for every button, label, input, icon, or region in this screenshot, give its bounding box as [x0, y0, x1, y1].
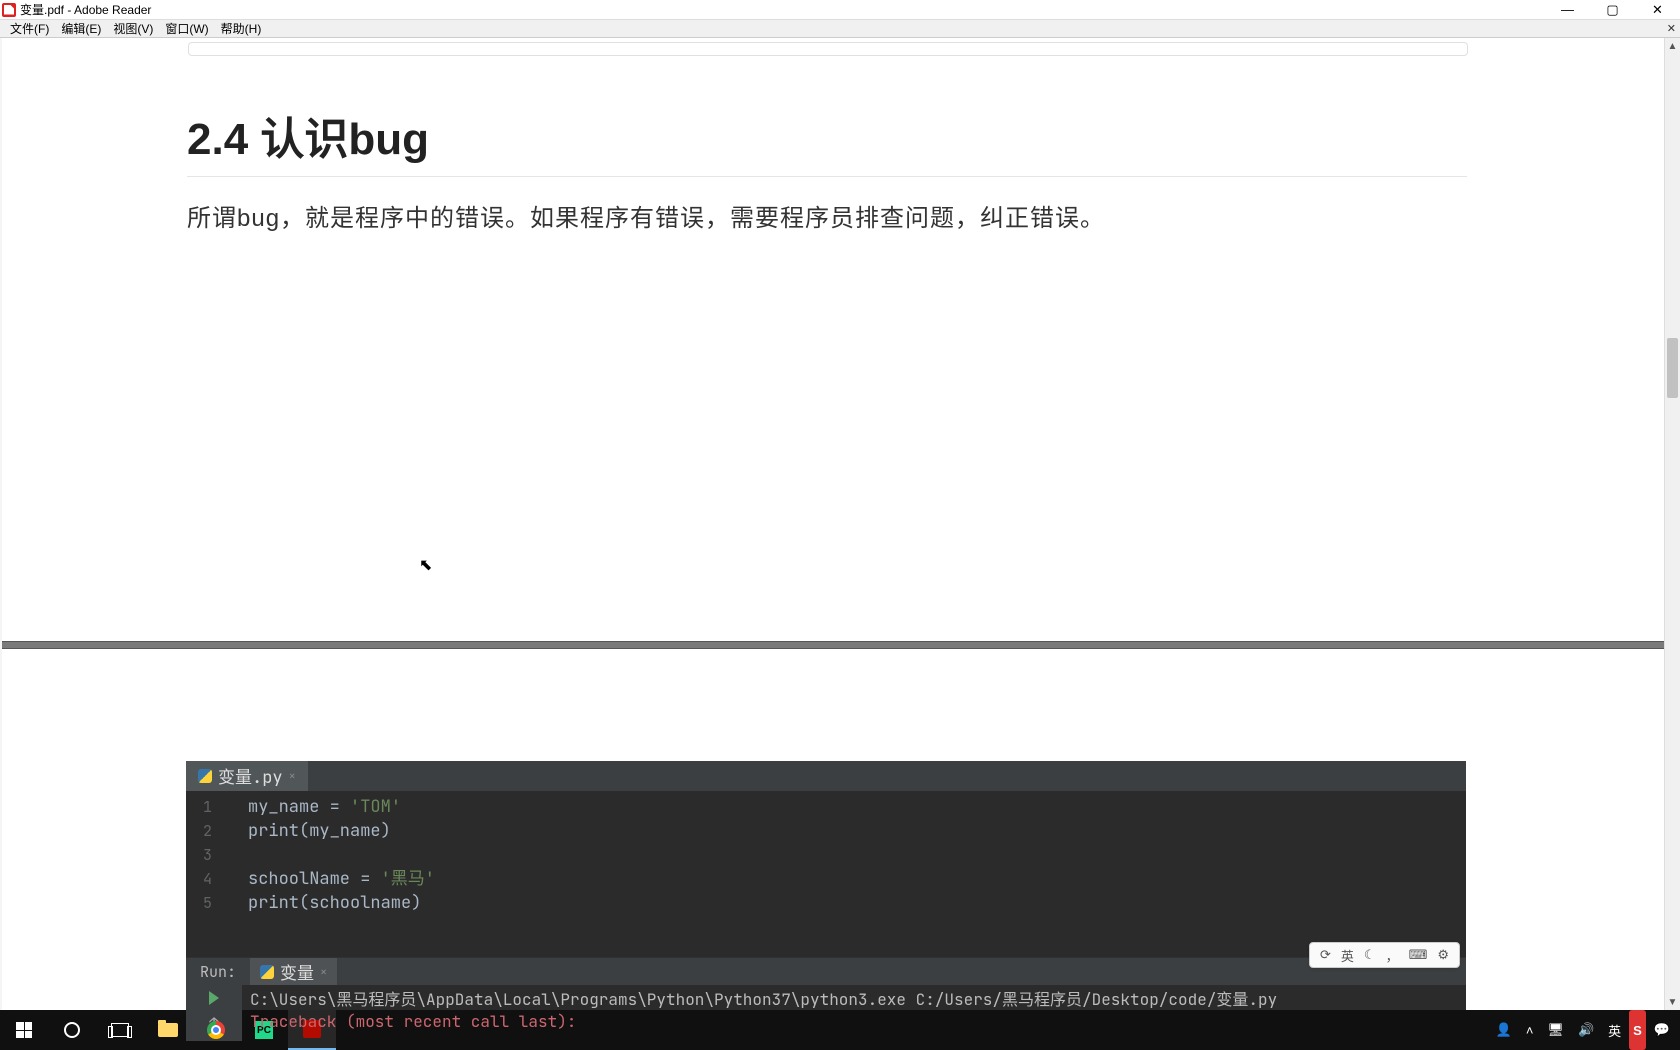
code-token: '黑马': [381, 868, 435, 890]
maximize-button[interactable]: ▢: [1590, 0, 1635, 20]
menu-file[interactable]: 文件(F): [4, 20, 55, 37]
line-no: 3: [186, 843, 212, 867]
code-token: =: [319, 796, 350, 818]
scroll-up-arrow[interactable]: ▲: [1665, 38, 1680, 54]
code-token: schoolName: [248, 868, 350, 890]
code-token: my_name: [309, 820, 380, 842]
console-command: C:\Users\黑马程序员\AppData\Local\Programs\Py…: [250, 989, 1458, 1011]
system-tray: 👤 ˄ 🖥 🔊 英 S 💬: [1490, 1010, 1680, 1050]
taskview-icon: [111, 1023, 129, 1037]
run-play-icon[interactable]: [209, 991, 219, 1005]
window-controls: — ▢ ✕: [1545, 0, 1680, 20]
code-token: 'TOM': [350, 796, 401, 818]
titlebar: 变量.pdf - Adobe Reader — ▢ ✕: [0, 0, 1680, 20]
run-tab[interactable]: 变量 ×: [250, 958, 337, 985]
ide-run-bar: Run: 变量 ×: [186, 957, 1466, 985]
tray-ime-lang[interactable]: 英: [1602, 1010, 1627, 1050]
ide-console: ↑ C:\Users\黑马程序员\AppData\Local\Programs\…: [186, 985, 1466, 1041]
menu-help[interactable]: 帮助(H): [215, 20, 268, 37]
ime-float-bar[interactable]: ⟳ 英 ☾ ， ⌨ ⚙: [1309, 942, 1460, 968]
vertical-scrollbar[interactable]: ▲ ▼: [1664, 38, 1680, 1010]
ide-code-area: 1 2 3 4 5 my_name = 'TOM' print(my_name)…: [186, 791, 1466, 919]
scrollbar-thumb[interactable]: [1667, 338, 1678, 398]
section-rule: [187, 176, 1467, 177]
code-token: my_name: [248, 796, 319, 818]
taskview-button[interactable]: [96, 1010, 144, 1050]
ide-gutter: 1 2 3 4 5: [186, 795, 230, 915]
run-tab-label: 变量: [280, 959, 314, 985]
windows-logo-icon: [16, 1022, 32, 1038]
section-heading: 2.4 认识bug: [187, 103, 429, 167]
menu-window[interactable]: 窗口(W): [159, 20, 214, 37]
python-file-icon: [198, 769, 212, 783]
run-label: Run:: [186, 962, 250, 982]
line-no: 2: [186, 819, 212, 843]
titlebar-left: 变量.pdf - Adobe Reader: [0, 1, 151, 18]
tray-network-icon[interactable]: 🖥: [1541, 1010, 1570, 1050]
tray-volume-icon[interactable]: 🔊: [1572, 1010, 1600, 1050]
tray-people-icon[interactable]: 👤: [1490, 1010, 1518, 1050]
ide-tab[interactable]: 变量.py ×: [186, 761, 308, 791]
tray-sogou-icon[interactable]: S: [1629, 1010, 1646, 1050]
python-file-icon: [260, 965, 274, 979]
ime-switch-icon[interactable]: ⟳: [1320, 947, 1331, 963]
cortana-button[interactable]: [48, 1010, 96, 1050]
folder-icon: [158, 1023, 178, 1037]
circle-icon: [64, 1022, 80, 1038]
minimize-button[interactable]: —: [1545, 0, 1590, 20]
code-token-error: schoolname: [309, 892, 411, 914]
section-body: 所谓bug，就是程序中的错误。如果程序有错误，需要程序员排查问题，纠正错误。: [187, 198, 1105, 233]
run-tab-close-icon[interactable]: ×: [320, 964, 327, 980]
line-no: 1: [186, 795, 212, 819]
ime-moon-icon[interactable]: ☾: [1364, 947, 1376, 963]
scroll-down-arrow[interactable]: ▼: [1665, 994, 1680, 1010]
console-output: C:\Users\黑马程序员\AppData\Local\Programs\Py…: [242, 985, 1466, 1041]
ide-tabbar: 变量.py ×: [186, 761, 1466, 791]
menu-view[interactable]: 视图(V): [107, 20, 159, 37]
ide-tab-close-icon[interactable]: ×: [289, 768, 296, 784]
start-button[interactable]: [0, 1010, 48, 1050]
ime-lang[interactable]: 英: [1341, 946, 1354, 965]
line-no: 5: [186, 891, 212, 915]
menubar-close-icon[interactable]: ✕: [1667, 22, 1676, 35]
tray-action-center-icon[interactable]: 💬: [1648, 1010, 1676, 1050]
page-divider: [2, 641, 1664, 649]
code-token: print: [248, 892, 299, 914]
ime-keyboard-icon[interactable]: ⌨: [1409, 947, 1428, 963]
window-title: 变量.pdf - Adobe Reader: [20, 1, 151, 18]
taskbar-file-explorer[interactable]: [144, 1010, 192, 1050]
tray-chevron-up-icon[interactable]: ˄: [1520, 1010, 1540, 1050]
menu-edit[interactable]: 编辑(E): [55, 20, 107, 37]
document-area: 2.4 认识bug 所谓bug，就是程序中的错误。如果程序有错误，需要程序员排查…: [0, 38, 1680, 1010]
code-lines: my_name = 'TOM' print(my_name) schoolNam…: [248, 795, 1466, 915]
line-no: 4: [186, 867, 212, 891]
code-token: =: [350, 868, 381, 890]
ime-settings-icon[interactable]: ⚙: [1437, 947, 1449, 963]
menubar: 文件(F) 编辑(E) 视图(V) 窗口(W) 帮助(H) ✕: [0, 20, 1680, 38]
ide-screenshot: 变量.py × 1 2 3 4 5 my_name = 'TOM' print(…: [186, 761, 1466, 1010]
ime-punct[interactable]: ，: [1386, 946, 1399, 965]
code-token: print: [248, 820, 299, 842]
adobe-reader-icon: [2, 3, 16, 17]
top-box-rule: [188, 42, 1468, 56]
chrome-icon: [207, 1021, 225, 1039]
ide-tab-label: 变量.py: [218, 763, 283, 789]
close-button[interactable]: ✕: [1635, 0, 1680, 20]
console-traceback: Traceback (most recent call last):: [250, 1011, 1458, 1033]
